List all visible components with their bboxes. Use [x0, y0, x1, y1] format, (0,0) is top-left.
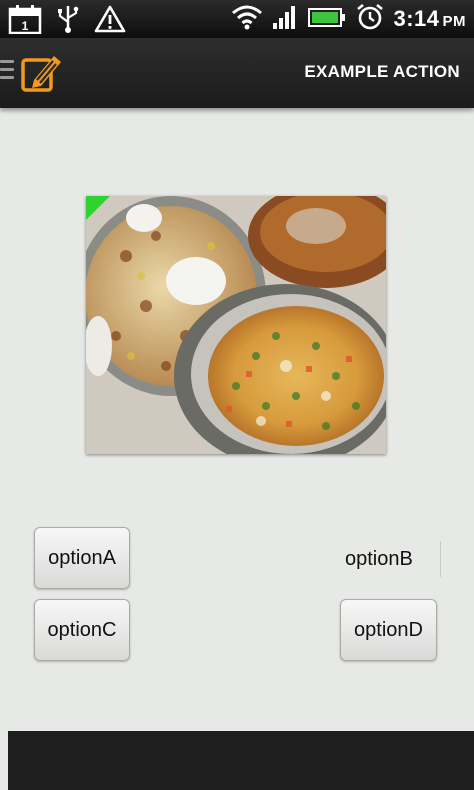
status-bar: 1 3:14 PM: [0, 0, 474, 38]
bottom-bar: [8, 731, 474, 790]
option-c-button[interactable]: optionC: [34, 599, 130, 661]
status-bar-right: 3:14 PM: [231, 3, 466, 35]
clock: 3:14 PM: [393, 6, 466, 32]
example-action-button[interactable]: EXAMPLE ACTION: [304, 62, 460, 82]
clock-ampm: PM: [442, 13, 466, 30]
pencil-icon[interactable]: [20, 50, 66, 96]
signal-icon: [271, 3, 299, 35]
option-b-button[interactable]: optionB: [345, 548, 413, 571]
drawer-toggle-icon[interactable]: [0, 60, 16, 88]
calendar-icon: 1: [8, 4, 42, 38]
calendar-day: 1: [22, 19, 29, 33]
food-image: [86, 196, 386, 454]
option-b-divider: [440, 541, 441, 577]
option-d-button[interactable]: optionD: [340, 599, 437, 661]
alarm-icon: [355, 3, 385, 35]
action-bar: EXAMPLE ACTION: [0, 38, 474, 108]
usb-icon: [56, 4, 80, 38]
battery-icon: [307, 3, 347, 35]
warning-icon: [94, 4, 126, 38]
wifi-icon: [231, 3, 263, 35]
option-a-button[interactable]: optionA: [34, 527, 130, 589]
status-bar-left: 1: [8, 4, 126, 38]
clock-time: 3:14: [393, 6, 440, 31]
